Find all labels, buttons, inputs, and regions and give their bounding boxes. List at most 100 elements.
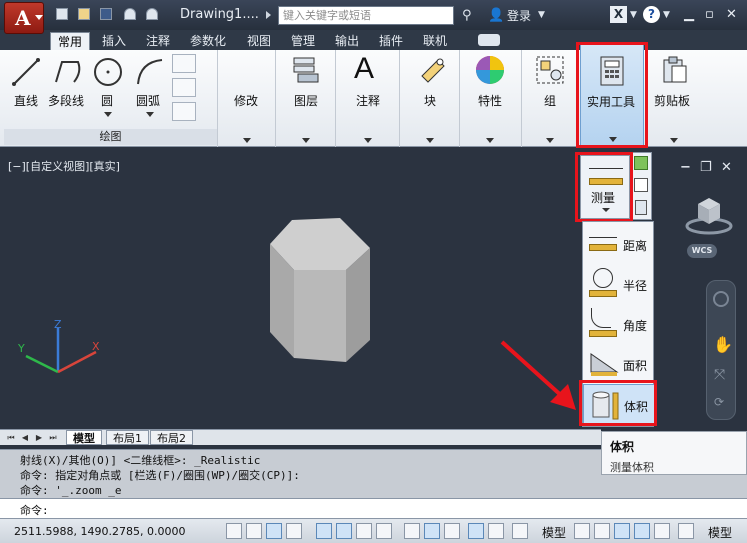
line-icon[interactable] <box>10 56 42 88</box>
ribbon-toggle-icon[interactable] <box>478 34 500 46</box>
quick-properties-icon[interactable] <box>488 523 504 539</box>
prev-layout-icon[interactable]: ◀ <box>20 433 30 443</box>
measure-angle-item[interactable]: 角度 <box>583 304 655 344</box>
application-menu-button[interactable]: A <box>4 2 44 34</box>
minimize-icon[interactable]: ▁ <box>684 7 694 22</box>
polyline-button-label[interactable]: 多段线 <box>48 92 84 109</box>
rectangle-tool-button[interactable] <box>172 54 196 73</box>
layers-icon[interactable] <box>290 54 322 86</box>
grid-display-icon[interactable] <box>266 523 282 539</box>
object-snap-tracking-icon[interactable] <box>376 523 392 539</box>
save-icon[interactable] <box>100 8 112 20</box>
next-layout-icon[interactable]: ▶ <box>34 433 44 443</box>
wcs-menu-button[interactable]: WCS <box>687 244 717 258</box>
block-icon[interactable] <box>416 54 448 86</box>
title-arrow-icon[interactable] <box>266 11 271 19</box>
tab-view[interactable]: 视图 <box>240 32 278 50</box>
groups-dropdown-icon[interactable] <box>546 138 554 143</box>
boundary-tool-button[interactable] <box>172 102 196 121</box>
viewport-label[interactable]: [−][自定义视图][真实] <box>8 158 120 174</box>
help-chevron-icon[interactable]: ▼ <box>663 10 670 20</box>
first-layout-icon[interactable]: ⏮ <box>6 433 16 443</box>
tab-home[interactable]: 常用 <box>50 32 91 50</box>
viewport-minimize-icon[interactable]: − <box>680 160 691 175</box>
text-a-icon[interactable]: A <box>354 52 374 86</box>
calculator-small-icon[interactable] <box>635 200 647 215</box>
annotation-dropdown-icon[interactable] <box>364 138 372 143</box>
tab-manage[interactable]: 管理 <box>284 32 322 50</box>
arc-icon[interactable] <box>134 56 166 88</box>
clipboard-dropdown-icon[interactable] <box>670 138 678 143</box>
arc-dropdown-icon[interactable] <box>146 112 154 117</box>
modify-dropdown-icon[interactable] <box>243 138 251 143</box>
quick-view-layouts-icon[interactable] <box>574 523 590 539</box>
properties-button-label[interactable]: 特性 <box>478 92 502 109</box>
id-point-icon[interactable] <box>634 178 648 192</box>
tab-parametric[interactable]: 参数化 <box>183 32 233 50</box>
steering-wheel-icon[interactable] <box>713 291 729 307</box>
measure-radius-item[interactable]: 半径 <box>583 264 655 304</box>
circle-dropdown-icon[interactable] <box>104 112 112 117</box>
dynamic-input-icon[interactable] <box>424 523 440 539</box>
clipboard-button-label[interactable]: 剪贴板 <box>654 92 690 109</box>
exchange-chevron-icon[interactable]: ▼ <box>630 10 637 20</box>
steering-status-icon[interactable] <box>654 523 670 539</box>
arc-button-label[interactable]: 圆弧 <box>136 92 160 109</box>
snap-mode-icon[interactable] <box>246 523 262 539</box>
tab-plugins[interactable]: 插件 <box>372 32 410 50</box>
properties-color-wheel-icon[interactable] <box>474 54 506 86</box>
model-space-label[interactable]: 模型 <box>542 524 566 541</box>
pan-hand-icon[interactable]: ✋ <box>713 335 733 354</box>
user-icon[interactable]: 👤 <box>488 8 504 23</box>
properties-dropdown-icon[interactable] <box>486 138 494 143</box>
search-input[interactable] <box>278 6 454 25</box>
measure-distance-item[interactable]: 距离 <box>583 224 655 264</box>
zoom-status-icon[interactable] <box>634 523 650 539</box>
maximize-icon[interactable]: ▫ <box>705 7 714 22</box>
last-layout-icon[interactable]: ⏭ <box>48 433 58 443</box>
dynamic-ucs-icon[interactable] <box>404 523 420 539</box>
undo-icon[interactable] <box>124 8 136 20</box>
layout-tab-layout2[interactable]: 布局2 <box>150 430 193 445</box>
layout-tab-model[interactable]: 模型 <box>66 430 102 445</box>
polyline-icon[interactable] <box>52 56 84 88</box>
cursor-coordinates[interactable]: 2511.5988, 1490.2785, 0.0000 <box>14 525 185 538</box>
annotation-button-label[interactable]: 注释 <box>356 92 380 109</box>
pan-status-icon[interactable] <box>614 523 630 539</box>
ortho-mode-icon[interactable] <box>286 523 302 539</box>
measure-area-item[interactable]: 面积 <box>583 344 655 384</box>
exchange-icon[interactable]: X <box>610 6 627 23</box>
block-button-label[interactable]: 块 <box>424 92 436 109</box>
tab-insert[interactable]: 插入 <box>95 32 133 50</box>
lineweight-icon[interactable] <box>444 523 460 539</box>
new-file-icon[interactable] <box>56 8 68 20</box>
object-snap-icon[interactable] <box>336 523 352 539</box>
login-link[interactable]: 登录 <box>507 7 531 24</box>
viewport-close-icon[interactable]: ✕ <box>721 160 732 175</box>
help-icon[interactable]: ? <box>643 6 660 23</box>
zoom-extents-icon[interactable]: ⤧ <box>714 367 725 383</box>
block-dropdown-icon[interactable] <box>426 138 434 143</box>
viewcube-icon[interactable] <box>684 190 734 240</box>
transparency-icon[interactable] <box>468 523 484 539</box>
open-file-icon[interactable] <box>78 8 90 20</box>
viewport-restore-icon[interactable]: ❐ <box>700 160 712 175</box>
circle-button-label[interactable]: 圆 <box>101 92 113 109</box>
polar-tracking-icon[interactable] <box>316 523 332 539</box>
model-label-right[interactable]: 模型 <box>708 524 732 541</box>
command-line-input[interactable]: 命令: <box>0 498 747 518</box>
tab-output[interactable]: 输出 <box>328 32 366 50</box>
hatch-tool-button[interactable] <box>172 78 196 97</box>
layers-dropdown-icon[interactable] <box>302 138 310 143</box>
3d-object-snap-icon[interactable] <box>356 523 372 539</box>
groups-icon[interactable] <box>534 54 566 86</box>
tab-online[interactable]: 联机 <box>416 32 454 50</box>
hexagonal-prism-model[interactable] <box>264 216 384 370</box>
binoculars-icon[interactable]: ⚲ <box>462 8 472 23</box>
login-chevron-icon[interactable]: ▼ <box>538 10 545 20</box>
selection-cycling-icon[interactable] <box>512 523 528 539</box>
infer-constraints-icon[interactable] <box>226 523 242 539</box>
quick-select-icon[interactable] <box>634 156 648 170</box>
tab-annotate[interactable]: 注释 <box>139 32 177 50</box>
line-button-label[interactable]: 直线 <box>14 92 38 109</box>
